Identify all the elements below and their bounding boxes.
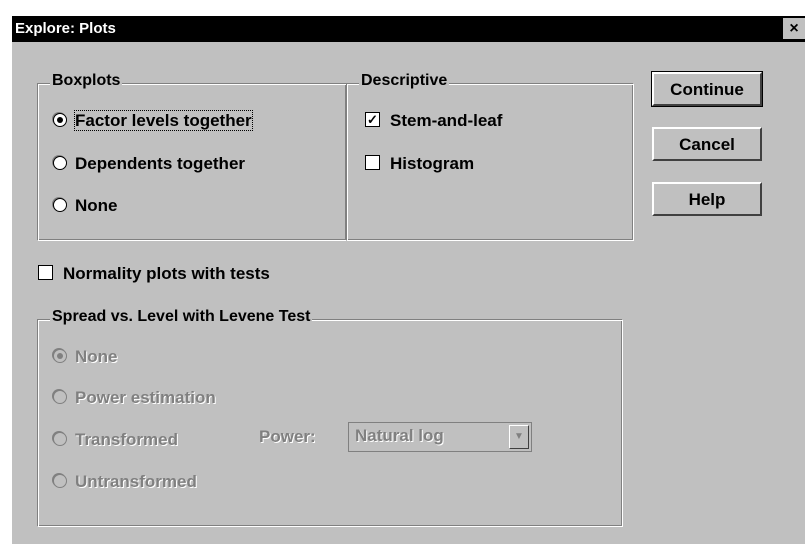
help-button[interactable]: Help — [652, 182, 762, 216]
radio-spread-none[interactable]: None — [53, 345, 118, 369]
radio-dependents-together[interactable]: Dependents together — [53, 152, 245, 176]
radio-transformed[interactable]: Transformed — [53, 428, 178, 452]
checkbox-checked-icon: ✓ — [365, 112, 380, 128]
radio-factor-levels-together[interactable]: Factor levels together — [53, 109, 253, 133]
radio-icon — [53, 473, 67, 488]
boxplots-legend: Boxplots — [50, 72, 123, 90]
checkbox-stem-and-leaf[interactable]: ✓ Stem-and-leaf — [365, 109, 502, 133]
radio-icon — [53, 112, 67, 127]
title-bar: Explore: Plots × — [12, 16, 805, 42]
power-select[interactable]: Natural log ▼ — [348, 422, 532, 452]
option-label: Dependents together — [75, 154, 246, 173]
option-label: Power estimation — [75, 388, 216, 407]
option-label: Transformed — [75, 430, 178, 449]
radio-icon — [53, 389, 67, 404]
boxplots-group: Boxplots Factor levels together Dependen… — [37, 72, 347, 241]
dropdown-arrow-icon[interactable]: ▼ — [509, 425, 529, 449]
spread-legend: Spread vs. Level with Levene Test — [50, 308, 313, 326]
radio-untransformed[interactable]: Untransformed — [53, 470, 197, 494]
checkbox-icon — [365, 155, 380, 171]
explore-plots-dialog: Explore: Plots × Boxplots Factor levels … — [12, 16, 805, 544]
cancel-button[interactable]: Cancel — [652, 127, 762, 161]
option-label: Factor levels together — [74, 110, 253, 131]
radio-icon — [53, 431, 67, 446]
descriptive-legend: Descriptive — [359, 72, 450, 90]
spread-vs-level-group: Spread vs. Level with Levene Test None P… — [37, 308, 623, 527]
checkbox-icon — [38, 265, 53, 281]
option-label: Untransformed — [75, 472, 197, 491]
checkbox-histogram[interactable]: Histogram — [365, 152, 474, 176]
radio-none[interactable]: None — [53, 194, 118, 218]
window-title: Explore: Plots — [15, 20, 116, 37]
option-label: None — [75, 196, 118, 215]
radio-icon — [53, 155, 67, 170]
radio-power-estimation[interactable]: Power estimation — [53, 386, 216, 410]
power-select-value: Natural log — [355, 426, 444, 445]
radio-icon — [53, 197, 67, 212]
option-label: Normality plots with tests — [63, 264, 270, 283]
power-label: Power: — [259, 427, 316, 446]
checkbox-normality-plots[interactable]: Normality plots with tests — [38, 262, 270, 286]
option-label: Histogram — [390, 154, 475, 173]
continue-button[interactable]: Continue — [651, 71, 763, 107]
descriptive-group: Descriptive ✓ Stem-and-leaf Histogram — [346, 72, 634, 241]
radio-icon — [53, 348, 67, 363]
option-label: Stem-and-leaf — [390, 111, 503, 130]
option-label: None — [75, 347, 118, 366]
close-icon[interactable]: × — [783, 18, 805, 39]
